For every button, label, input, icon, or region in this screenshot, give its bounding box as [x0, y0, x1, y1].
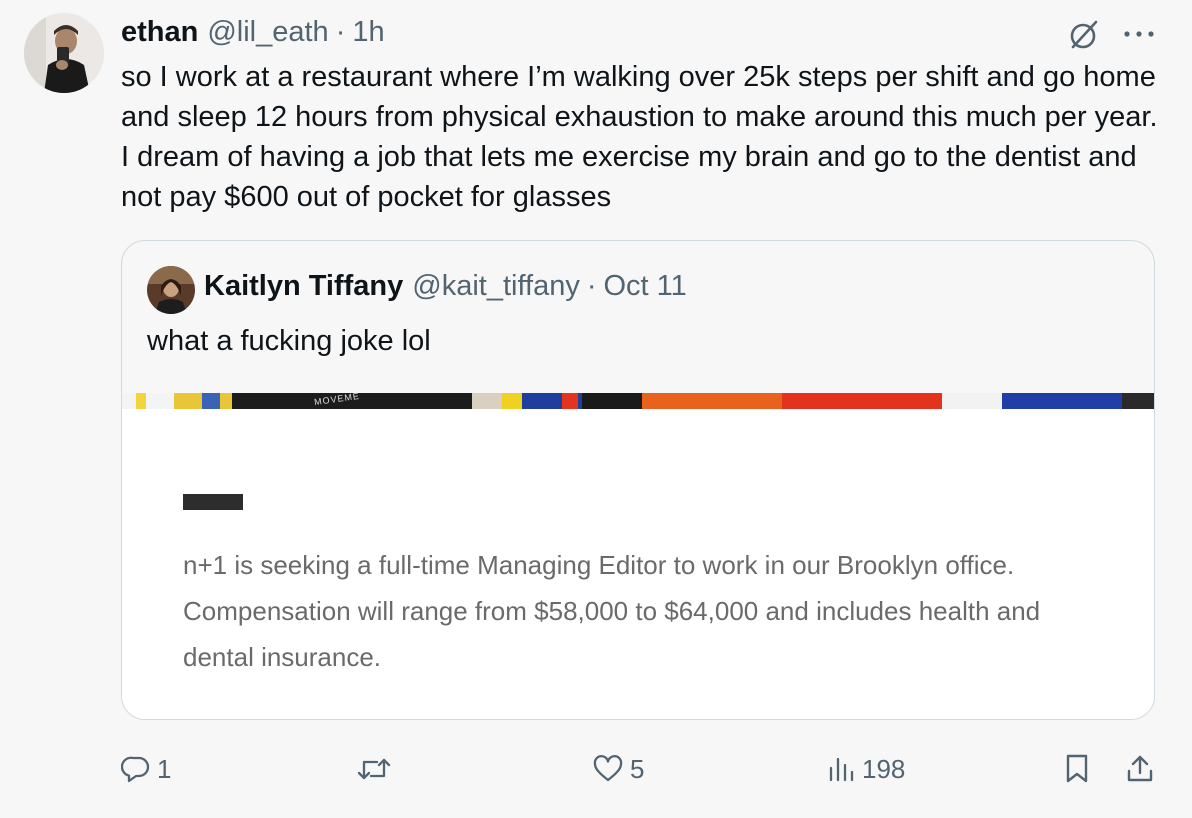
bookmark-icon	[1062, 753, 1092, 785]
grok-icon[interactable]	[1066, 17, 1102, 53]
share-icon	[1124, 753, 1156, 785]
views-icon	[826, 754, 856, 784]
like-button[interactable]: 5	[592, 745, 644, 793]
like-count: 5	[630, 753, 645, 784]
views-count: 198	[862, 753, 906, 784]
separator-dot: ·	[586, 270, 597, 302]
author-handle[interactable]: @lil_eath	[207, 16, 328, 49]
quoted-tweet[interactable]: Kaitlyn Tiffany @kait_tiffany · Oct 11 w…	[121, 240, 1155, 720]
retweet-icon	[356, 754, 392, 784]
retweet-button[interactable]	[356, 745, 398, 793]
reply-icon	[121, 754, 151, 784]
media-text: n+1 is seeking a full-time Managing Edit…	[183, 550, 1041, 672]
quoted-tweet-header: Kaitlyn Tiffany @kait_tiffany · Oct 11	[204, 270, 687, 303]
quoted-author-name[interactable]: Kaitlyn Tiffany	[204, 270, 403, 303]
media-banner-image: MOVEME	[122, 393, 1154, 409]
more-icon[interactable]	[1119, 17, 1159, 53]
quoted-tweet-timestamp[interactable]: Oct 11	[604, 270, 687, 303]
author-name[interactable]: ethan	[121, 16, 198, 49]
publication-logo	[183, 494, 243, 510]
tweet-timestamp[interactable]: 1h	[352, 16, 384, 49]
views-button[interactable]: 198	[826, 745, 905, 793]
author-avatar[interactable]	[24, 13, 104, 93]
quoted-author-avatar[interactable]	[147, 266, 195, 314]
share-button[interactable]	[1124, 745, 1156, 793]
quoted-tweet-media[interactable]: MOVEME n+1 is seeking a full-time Managi…	[122, 393, 1154, 719]
reply-count: 1	[157, 753, 172, 784]
action-bar: 1 5 198	[0, 745, 1192, 793]
quoted-tweet-text: what a fucking joke lol	[147, 325, 431, 357]
heart-icon	[592, 754, 624, 784]
tweet-text: so I work at a restaurant where I’m walk…	[121, 61, 1158, 213]
bookmark-button[interactable]	[1062, 745, 1092, 793]
tweet-header: ethan @lil_eath · 1h	[121, 12, 385, 52]
reply-button[interactable]: 1	[121, 745, 171, 793]
separator-dot: ·	[335, 15, 346, 48]
quoted-author-handle[interactable]: @kait_tiffany	[412, 270, 580, 303]
tweet[interactable]: ethan @lil_eath · 1h so I work at a rest…	[0, 0, 1192, 818]
